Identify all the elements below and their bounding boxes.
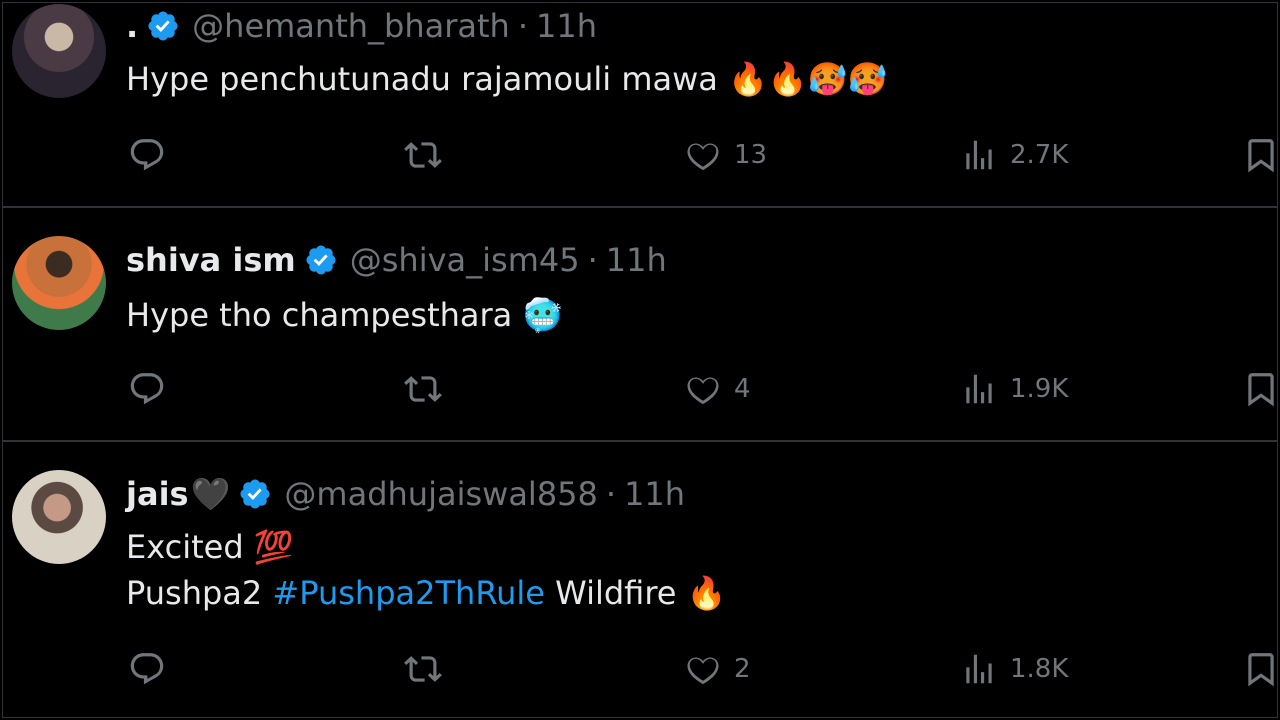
emoji-group: 🥶 <box>522 296 563 334</box>
tweet-text-content: Pushpa2 <box>126 574 263 612</box>
timestamp[interactable]: 11h <box>624 474 685 514</box>
reply-button[interactable] <box>128 136 178 174</box>
reply-icon <box>130 373 164 405</box>
bookmark-icon <box>1248 653 1274 687</box>
emoji-group: 🔥🔥🥵🥵 <box>728 60 888 98</box>
views-button[interactable]: 1.8K <box>960 650 1068 688</box>
view-count: 1.8K <box>1010 654 1069 684</box>
repost-icon <box>404 376 442 402</box>
like-count: 13 <box>734 140 768 170</box>
like-button[interactable]: 4 <box>684 370 751 408</box>
reply-button[interactable] <box>128 370 178 408</box>
handle[interactable]: @madhujaiswal858 <box>284 474 597 514</box>
reply-icon <box>130 139 164 171</box>
view-count: 2.7K <box>1010 140 1069 170</box>
like-button[interactable]: 13 <box>684 136 767 174</box>
hashtag-link[interactable]: #Pushpa2ThRule <box>272 574 545 612</box>
bookmark-icon <box>1248 373 1274 407</box>
action-bar: 4 1.9K <box>0 370 1280 410</box>
tweet-3[interactable]: jais 🖤 @madhujaiswal858 · 11h Excited 💯 … <box>0 442 1280 720</box>
tweet-line-2: Pushpa2 #Pushpa2ThRule Wildfire 🔥 <box>126 570 726 616</box>
tweet-text-content: Wildfire <box>555 574 677 612</box>
like-icon <box>687 143 719 171</box>
repost-icon <box>404 656 442 682</box>
verified-badge-icon <box>240 479 270 509</box>
verified-badge-icon <box>148 11 178 41</box>
timestamp[interactable]: 11h <box>606 240 667 280</box>
tweet-text: Excited 💯 Pushpa2 #Pushpa2ThRule Wildfir… <box>126 524 726 616</box>
emoji: 🔥 <box>686 574 727 612</box>
bookmark-icon <box>1248 139 1274 173</box>
action-bar: 13 2.7K <box>0 136 1280 176</box>
separator: · <box>587 241 598 279</box>
action-bar: 2 1.8K <box>0 650 1280 690</box>
views-icon <box>966 654 992 684</box>
like-icon <box>687 377 719 405</box>
tweet-header: . @hemanth_bharath · 11h <box>126 6 597 46</box>
display-name[interactable]: shiva ism <box>126 240 296 280</box>
views-button[interactable]: 1.9K <box>960 370 1068 408</box>
avatar[interactable] <box>12 236 106 330</box>
tweet-text-content: Hype tho champesthara <box>126 296 513 334</box>
bookmark-button[interactable] <box>1242 136 1280 174</box>
repost-button[interactable] <box>404 370 454 408</box>
view-count: 1.9K <box>1010 374 1069 404</box>
tweet-text: Hype tho champesthara 🥶 <box>126 292 562 338</box>
timestamp[interactable]: 11h <box>536 6 597 46</box>
reply-icon <box>130 653 164 685</box>
repost-icon <box>404 142 442 168</box>
tweet-text: Hype penchutunadu rajamouli mawa 🔥🔥🥵🥵 <box>126 56 887 102</box>
display-name[interactable]: jais <box>126 474 189 514</box>
handle[interactable]: @shiva_ism45 <box>350 240 580 280</box>
verified-badge-icon <box>306 245 336 275</box>
tweet-text-content: Hype penchutunadu rajamouli mawa <box>126 60 718 98</box>
like-count: 2 <box>734 654 751 684</box>
handle[interactable]: @hemanth_bharath <box>192 6 510 46</box>
tweet-header: shiva ism @shiva_ism45 · 11h <box>126 240 667 280</box>
tweet-header: jais 🖤 @madhujaiswal858 · 11h <box>126 474 685 514</box>
views-icon <box>966 140 992 170</box>
repost-button[interactable] <box>404 136 454 174</box>
views-icon <box>966 374 992 404</box>
reply-button[interactable] <box>128 650 178 688</box>
name-emoji: 🖤 <box>190 475 231 513</box>
avatar[interactable] <box>12 4 106 98</box>
separator: · <box>605 475 617 513</box>
like-count: 4 <box>734 374 751 404</box>
tweet-line-1: Excited 💯 <box>126 524 726 570</box>
like-icon <box>687 657 719 685</box>
display-name[interactable]: . <box>126 6 138 46</box>
tweet-2[interactable]: shiva ism @shiva_ism45 · 11h Hype tho ch… <box>0 208 1280 442</box>
emoji: 💯 <box>253 528 294 566</box>
separator: · <box>517 7 528 45</box>
tweet-1[interactable]: . @hemanth_bharath · 11h Hype penchutuna… <box>0 0 1280 208</box>
avatar[interactable] <box>12 470 106 564</box>
repost-button[interactable] <box>404 650 454 688</box>
tweet-text-content: Excited <box>126 528 244 566</box>
views-button[interactable]: 2.7K <box>960 136 1068 174</box>
bookmark-button[interactable] <box>1242 650 1280 688</box>
bookmark-button[interactable] <box>1242 370 1280 408</box>
like-button[interactable]: 2 <box>684 650 751 688</box>
